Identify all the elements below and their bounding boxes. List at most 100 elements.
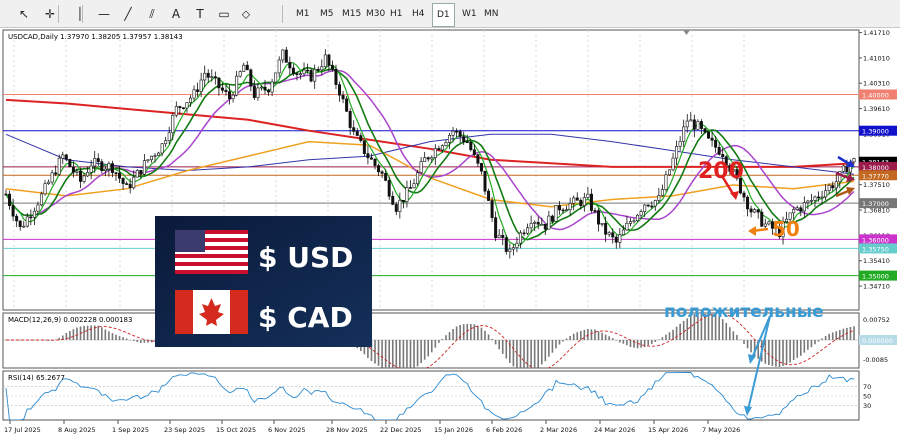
timeframe-m1[interactable]: M1 — [292, 3, 314, 25]
candle-body — [267, 89, 271, 93]
candle-body — [181, 107, 185, 109]
candle-body — [597, 210, 601, 225]
candle-body — [369, 157, 373, 160]
candle-body — [206, 72, 210, 78]
macd-bar — [622, 340, 625, 344]
candle-body — [93, 158, 97, 167]
candle-body — [228, 91, 232, 100]
candle-body — [398, 199, 402, 212]
macd-axis-label: -0.0085 — [863, 356, 888, 364]
macd-bar — [782, 340, 784, 366]
trendline-icon[interactable]: ╱ — [118, 3, 138, 25]
candle-body — [196, 89, 200, 92]
timeframe-m5[interactable]: M5 — [316, 3, 338, 25]
macd-bar — [583, 329, 586, 340]
timeframe-d1[interactable]: D1 — [432, 3, 455, 27]
candle-body — [401, 199, 405, 202]
candle-body — [153, 155, 157, 157]
macd-bar — [129, 339, 131, 341]
candle-body — [444, 142, 448, 146]
price-level-text: 1.35750 — [862, 245, 889, 253]
candle-body — [756, 209, 760, 213]
candle-body — [100, 161, 104, 171]
candle-body — [749, 208, 753, 213]
macd-bar — [810, 340, 813, 348]
candle-body — [96, 158, 100, 162]
cad-label: $ CAD — [258, 301, 353, 334]
vertical-line-icon[interactable]: │ — [70, 3, 90, 25]
candle-body — [664, 174, 668, 190]
candle-body — [128, 183, 132, 189]
macd-bar — [768, 340, 770, 365]
macd-bar — [597, 331, 600, 340]
candle-body — [54, 172, 58, 175]
candle-body — [589, 193, 593, 211]
text-icon[interactable]: A — [166, 3, 186, 25]
macd-bar — [615, 340, 618, 341]
rectangle-icon[interactable]: ▭ — [214, 3, 234, 25]
macd-bar — [555, 340, 557, 349]
candle-body — [25, 216, 29, 227]
macd-bar — [807, 340, 809, 350]
candle-body — [763, 223, 767, 227]
candle-body — [841, 165, 845, 172]
candle-body — [359, 135, 363, 141]
candle-body — [660, 189, 664, 196]
macd-bar — [654, 340, 657, 342]
candle-body — [579, 200, 583, 206]
candle-body — [490, 200, 494, 218]
candle-body — [831, 185, 835, 189]
candle-body — [135, 170, 139, 178]
x-axis-date-label: 15 Oct 2025 — [216, 426, 256, 434]
timeframe-h4[interactable]: H4 — [408, 3, 429, 25]
macd-bar — [629, 340, 632, 347]
candle-body — [721, 154, 725, 157]
candle-body — [767, 221, 771, 225]
candle-body — [628, 221, 632, 224]
candle-body — [458, 131, 462, 137]
macd-bar — [136, 340, 139, 343]
macd-bar — [423, 340, 426, 360]
candle-body — [760, 211, 764, 227]
candle-body — [809, 200, 813, 202]
macd-header: MACD(12,26,9) 0.002228 0.000183 — [8, 316, 132, 324]
axis-price-label: 1.34710 — [863, 283, 890, 291]
candle-body — [341, 94, 345, 100]
candle-body — [806, 200, 810, 203]
x-axis-date-label: 15 Jan 2026 — [434, 426, 473, 434]
candle-body — [18, 220, 22, 227]
timeframe-h1[interactable]: H1 — [386, 3, 407, 25]
macd-bar — [44, 340, 46, 341]
macd-bar — [611, 338, 614, 340]
candle-body — [121, 177, 125, 184]
macd-bar — [69, 331, 71, 340]
crosshair-icon[interactable]: ✛ — [40, 3, 60, 25]
chart-area[interactable]: 1.417101.410101.403101.396101.389101.382… — [0, 28, 900, 440]
candle-body — [405, 187, 409, 202]
candle-body — [543, 223, 547, 230]
channel-icon[interactable]: ⫽ — [142, 3, 162, 25]
macd-bar — [746, 340, 749, 349]
macd-bar — [97, 325, 100, 340]
label-icon[interactable]: T — [190, 3, 210, 25]
cursor-icon[interactable]: ↖ — [14, 3, 34, 25]
candle-body — [47, 181, 51, 184]
candle-body — [167, 132, 171, 141]
candle-body — [210, 76, 214, 78]
x-axis-date-label: 24 Mar 2026 — [594, 426, 635, 434]
candle-body — [118, 172, 122, 179]
macd-bar — [86, 325, 89, 340]
candle-body — [746, 196, 750, 210]
macd-bar — [140, 340, 142, 344]
macd-bar — [636, 340, 639, 349]
candle-body — [558, 205, 562, 211]
macd-bar — [771, 340, 774, 367]
timeframe-mn[interactable]: MN — [480, 3, 503, 25]
macd-bar — [675, 326, 678, 340]
horizontal-line-icon[interactable]: — — [94, 3, 114, 25]
timeframe-w1[interactable]: W1 — [458, 3, 481, 25]
candle-body — [306, 69, 310, 72]
candle-body — [71, 166, 75, 173]
candle-body — [575, 197, 579, 201]
shapes-icon[interactable]: ⬦ — [236, 3, 256, 25]
